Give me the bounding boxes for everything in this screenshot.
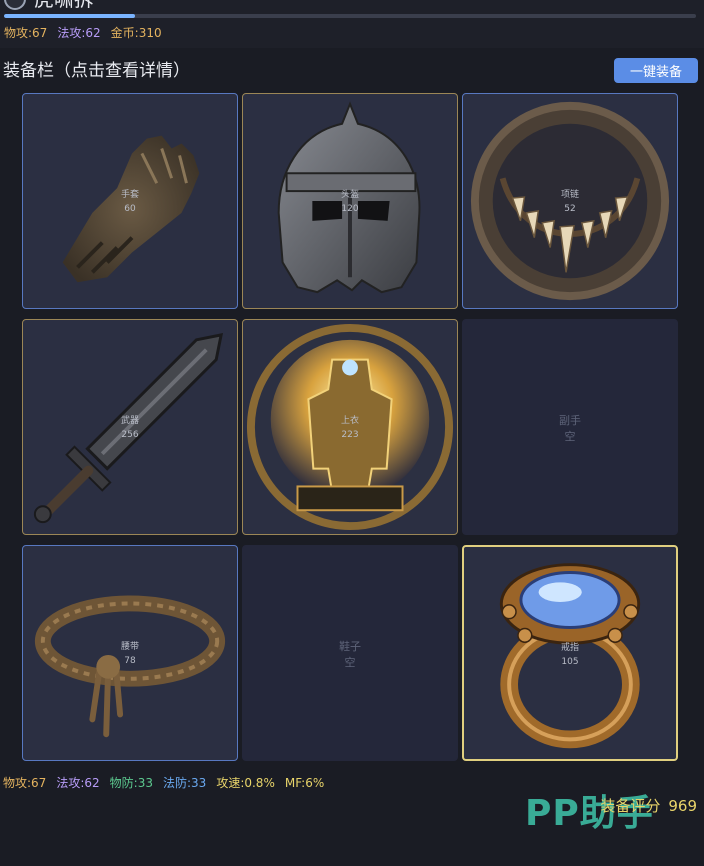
slot-helmet[interactable]: 头盔 120 bbox=[242, 93, 458, 309]
player-name: 虎啸拆 bbox=[34, 0, 94, 10]
slot-shoes[interactable]: 鞋子 空 bbox=[242, 545, 458, 761]
equip-all-button[interactable]: 一键装备 bbox=[614, 58, 698, 83]
equipment-score-value: 969 bbox=[668, 797, 697, 815]
slot-name: 武器 bbox=[120, 416, 139, 426]
avatar[interactable] bbox=[4, 0, 26, 10]
stat-atk-speed: 攻速:0.8% bbox=[216, 776, 275, 790]
slot-name: 副手 bbox=[559, 414, 581, 427]
slot-weapon[interactable]: 武器 256 bbox=[22, 319, 238, 535]
slot-name: 上衣 bbox=[340, 416, 359, 426]
slot-score: 105 bbox=[561, 657, 579, 667]
slot-score: 78 bbox=[124, 656, 136, 666]
slot-ring[interactable]: 戒指 105 bbox=[462, 545, 678, 761]
equipment-score-label: 装备评分 bbox=[600, 797, 661, 815]
player-header: 虎啸拆 物攻:67 法攻:62 金币:310 bbox=[0, 0, 704, 48]
slot-necklace[interactable]: 项链 52 bbox=[462, 93, 678, 309]
slot-name: 戒指 bbox=[560, 643, 579, 653]
rope-belt-icon bbox=[34, 595, 226, 738]
stat-mf: MF:6% bbox=[284, 776, 325, 790]
equipment-section-title: 装备栏（点击查看详情） bbox=[3, 61, 190, 81]
slot-score: 223 bbox=[341, 430, 359, 440]
equipment-grid: 手套 60 头盔 120 项链 52 武器 256 上衣 223 副手 空 腰带… bbox=[22, 93, 680, 761]
slot-name: 项链 bbox=[560, 190, 579, 200]
fang-necklace-icon bbox=[470, 101, 670, 301]
golden-armor-icon bbox=[246, 323, 454, 531]
slot-score: 空 bbox=[564, 430, 576, 443]
exp-progress-bar bbox=[4, 14, 696, 18]
slot-score: 60 bbox=[124, 204, 136, 214]
stat-phys-atk: 物攻:67 bbox=[3, 776, 47, 790]
stat-mag-def: 法防:33 bbox=[162, 776, 207, 790]
slot-name: 头盔 bbox=[340, 190, 359, 200]
slot-score: 256 bbox=[121, 430, 139, 440]
slot-belt[interactable]: 腰带 78 bbox=[22, 545, 238, 761]
slot-score: 52 bbox=[564, 204, 576, 214]
slot-gloves[interactable]: 手套 60 bbox=[22, 93, 238, 309]
bottom-stats: 物攻:67 法攻:62 物防:33 法防:33 攻速:0.8% MF:6% bbox=[3, 775, 324, 791]
stat-gold: 金币:310 bbox=[110, 26, 162, 40]
stat-phys-atk: 物攻:67 bbox=[4, 26, 48, 40]
slot-offhand[interactable]: 副手 空 bbox=[462, 319, 678, 535]
stat-phys-def: 物防:33 bbox=[109, 776, 153, 790]
glove-icon bbox=[62, 135, 200, 283]
stat-mag-atk: 法攻:62 bbox=[56, 776, 100, 790]
slot-armor[interactable]: 上衣 223 bbox=[242, 319, 458, 535]
top-stats: 物攻:67 法攻:62 金币:310 bbox=[4, 25, 162, 41]
stat-mag-atk: 法攻:62 bbox=[57, 26, 101, 40]
sword-icon bbox=[33, 332, 224, 524]
slot-name: 手套 bbox=[120, 190, 139, 200]
slot-score: 空 bbox=[344, 656, 356, 669]
slot-name: 鞋子 bbox=[339, 640, 361, 653]
equipment-score: 装备评分 969 bbox=[600, 797, 697, 815]
exp-progress-fill bbox=[4, 14, 136, 18]
slot-name: 腰带 bbox=[120, 642, 139, 652]
helmet-icon bbox=[277, 101, 421, 294]
slot-score: 120 bbox=[341, 204, 359, 214]
